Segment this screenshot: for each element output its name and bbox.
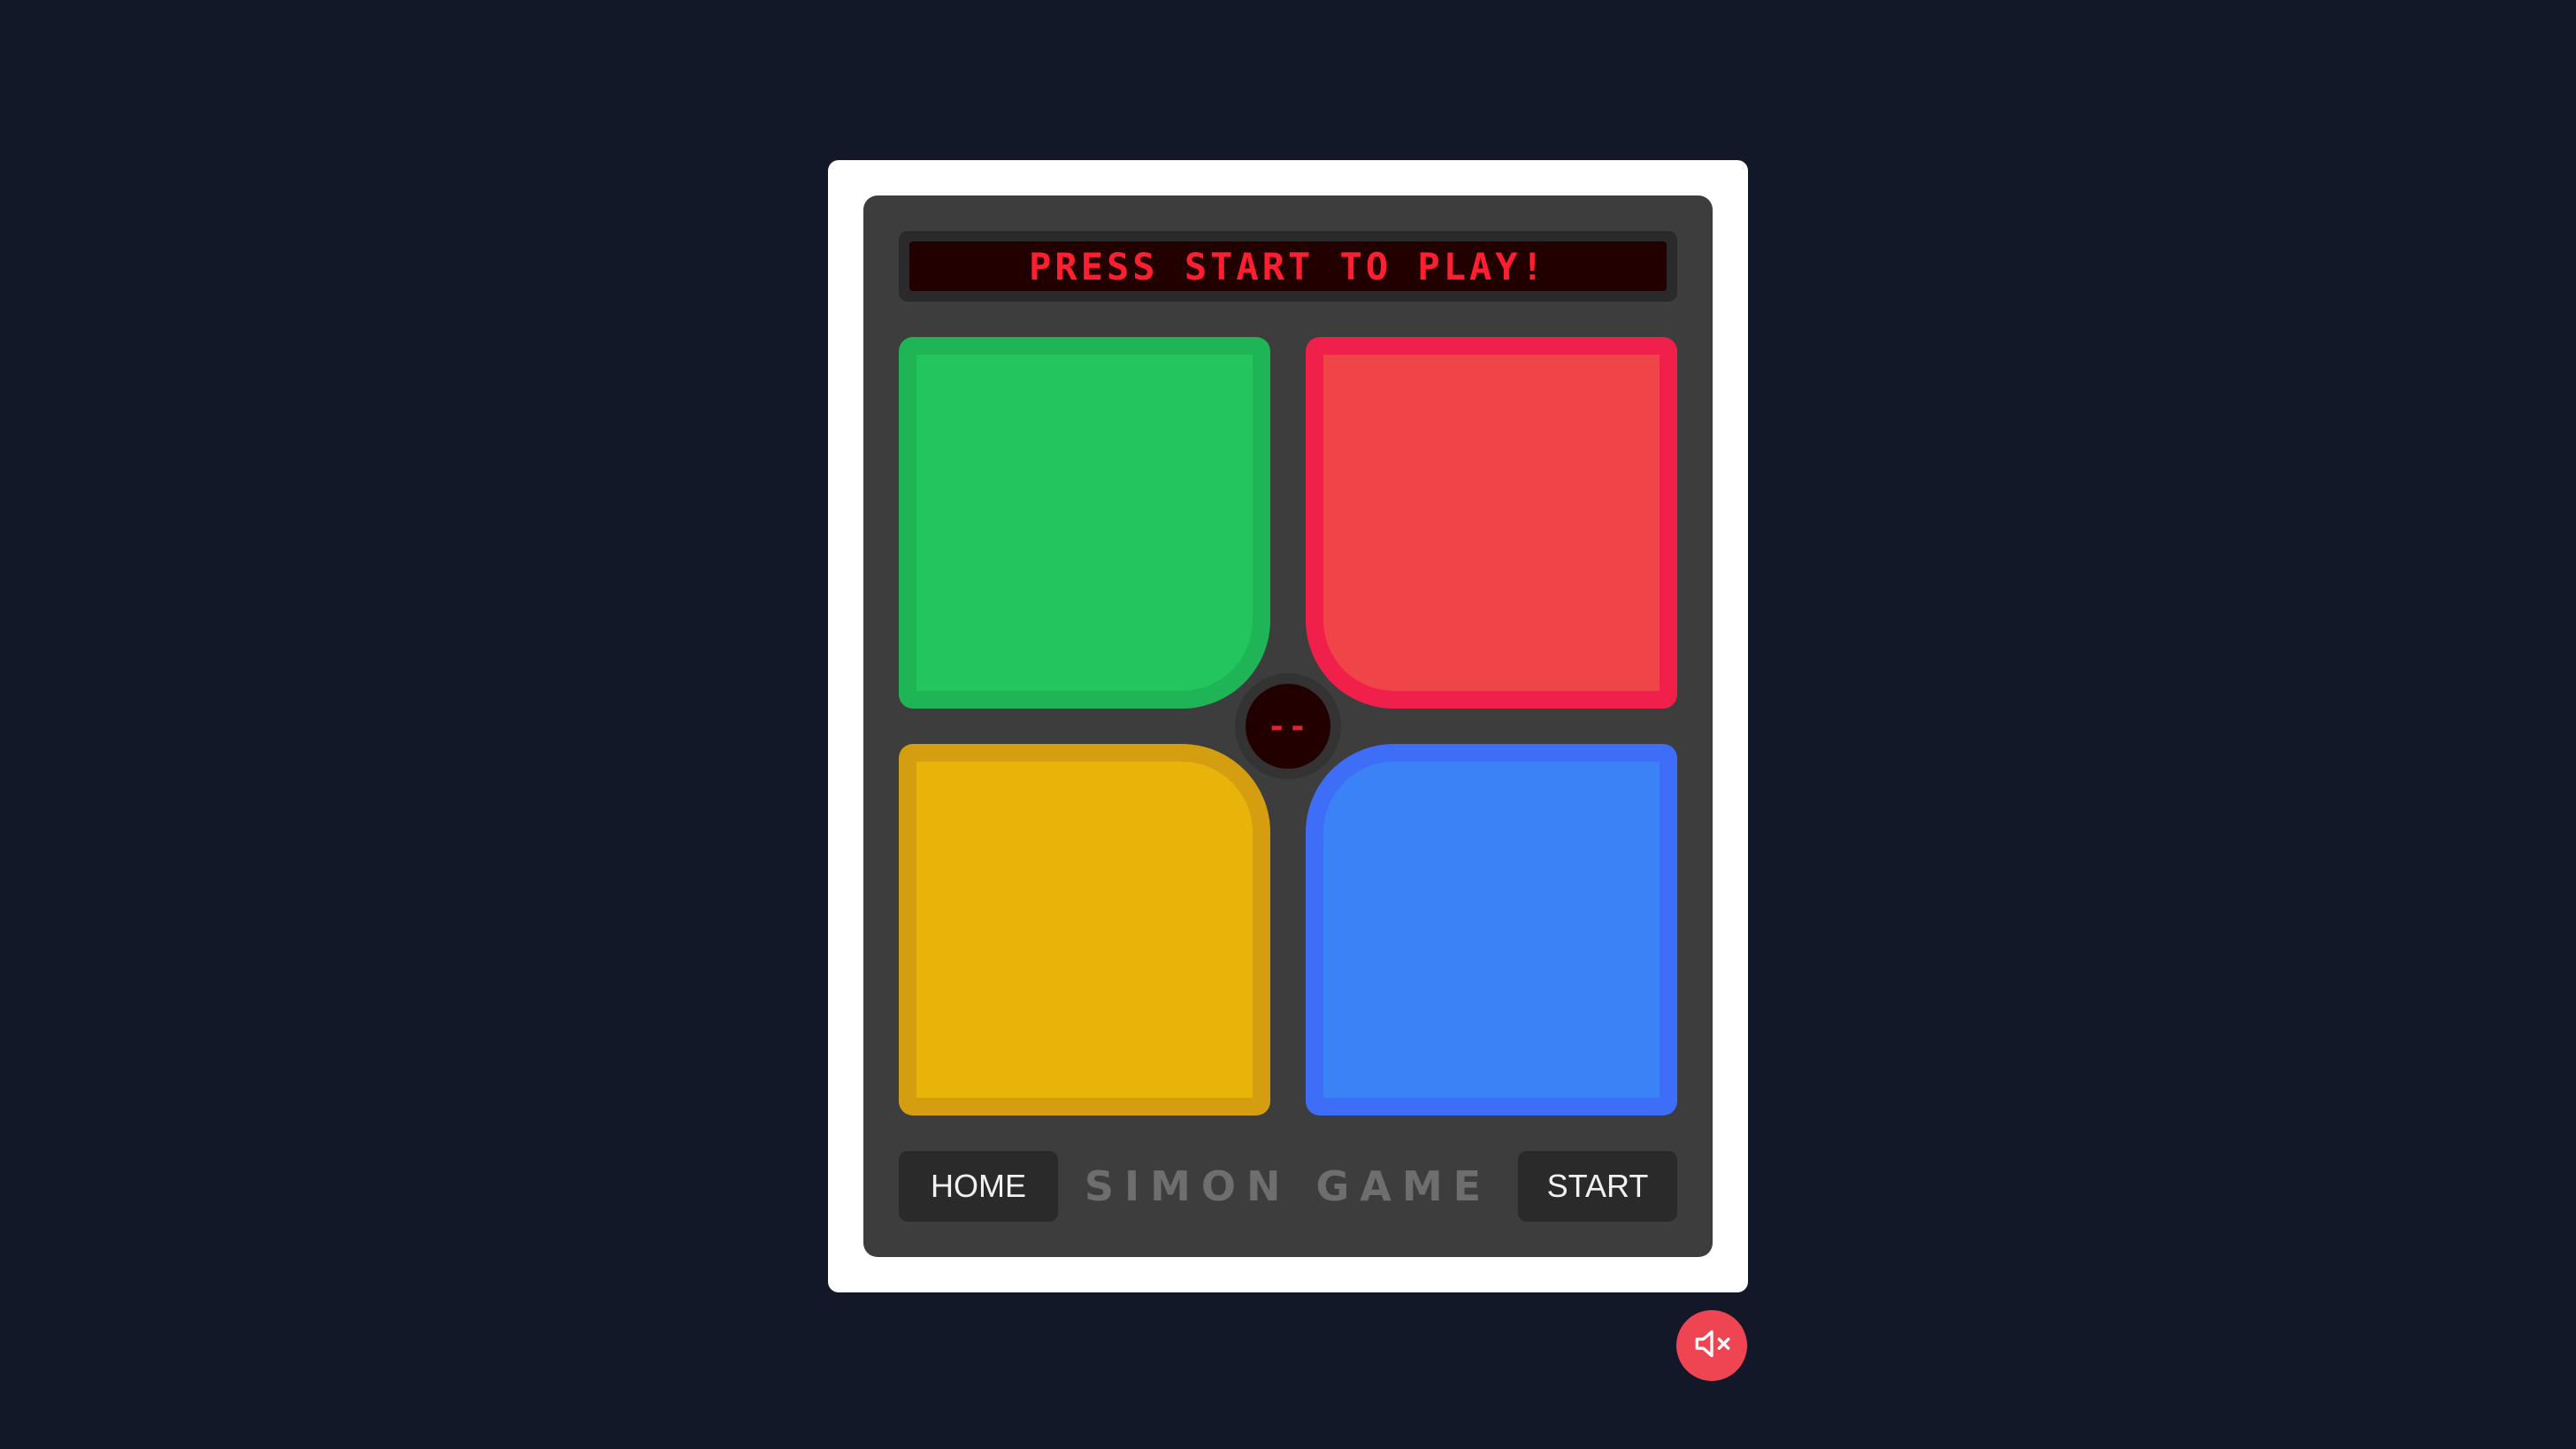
message-display: PRESS START TO PLAY! — [899, 231, 1677, 302]
red-pad[interactable] — [1306, 337, 1677, 709]
home-button[interactable]: HOME — [899, 1151, 1058, 1222]
speaker-muted-icon — [1690, 1322, 1734, 1369]
mute-toggle-button[interactable] — [1676, 1310, 1747, 1381]
start-button[interactable]: START — [1518, 1151, 1677, 1222]
simon-console: PRESS START TO PLAY! -- HOME SIMON GAME … — [863, 196, 1713, 1257]
score-counter: -- — [1235, 673, 1341, 779]
blue-pad[interactable] — [1306, 744, 1677, 1116]
game-title: SIMON GAME — [1084, 1162, 1492, 1210]
message-text: PRESS START TO PLAY! — [909, 242, 1667, 291]
game-frame: PRESS START TO PLAY! -- HOME SIMON GAME … — [828, 160, 1748, 1292]
green-pad[interactable] — [899, 337, 1270, 709]
yellow-pad[interactable] — [899, 744, 1270, 1116]
score-counter-text: -- — [1246, 684, 1330, 769]
